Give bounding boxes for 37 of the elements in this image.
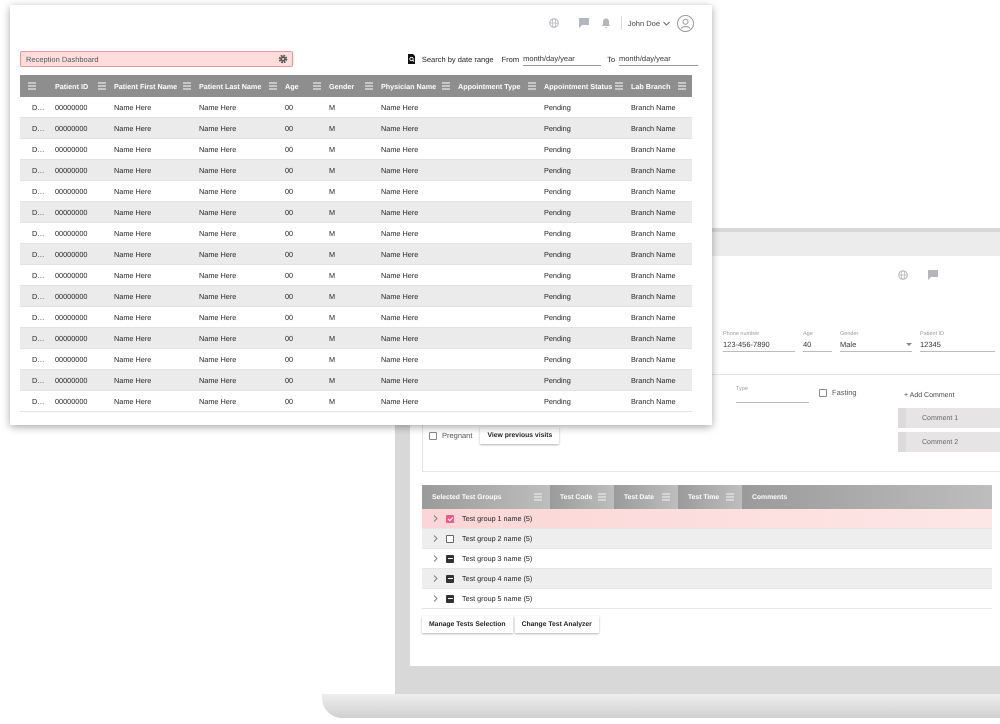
- avatar-icon[interactable]: [677, 14, 694, 32]
- chat-icon[interactable]: [578, 18, 589, 28]
- chevron-icon[interactable]: [433, 535, 438, 542]
- globe-icon[interactable]: [548, 18, 559, 28]
- menu-icon[interactable]: [183, 82, 191, 90]
- chevron-icon[interactable]: [433, 515, 438, 522]
- menu-icon[interactable]: [528, 82, 536, 90]
- header-cell[interactable]: [20, 75, 53, 97]
- menu-icon[interactable]: [442, 82, 450, 90]
- menu-icon[interactable]: [726, 493, 734, 501]
- chevron-icon[interactable]: [433, 595, 438, 602]
- checkbox[interactable]: [446, 514, 454, 522]
- menu-icon[interactable]: [662, 493, 670, 501]
- bell-icon[interactable]: [600, 18, 611, 28]
- chevron-icon[interactable]: [433, 575, 438, 582]
- menu-icon[interactable]: [598, 493, 606, 501]
- menu-icon[interactable]: [313, 82, 321, 90]
- globe-icon[interactable]: [898, 270, 908, 280]
- checkbox[interactable]: [446, 554, 454, 562]
- menu-icon[interactable]: [678, 82, 686, 90]
- checkbox[interactable]: [819, 388, 827, 396]
- menu-icon[interactable]: [269, 82, 277, 90]
- checkbox[interactable]: [446, 574, 454, 582]
- menu-icon[interactable]: [98, 82, 106, 90]
- menu-icon[interactable]: [28, 82, 36, 90]
- caret-icon: [663, 20, 670, 26]
- checkbox[interactable]: [429, 432, 437, 440]
- checkbox[interactable]: [446, 534, 454, 542]
- dropdown-arrow-icon[interactable]: [906, 343, 912, 346]
- settings-icon[interactable]: [278, 54, 288, 64]
- checkbox[interactable]: [446, 594, 454, 602]
- chat-icon[interactable]: [928, 270, 938, 280]
- menu-icon[interactable]: [615, 82, 623, 90]
- search-document-icon[interactable]: [406, 54, 416, 64]
- menu-icon[interactable]: [534, 493, 542, 501]
- chevron-icon[interactable]: [433, 555, 438, 562]
- menu-icon[interactable]: [365, 82, 373, 90]
